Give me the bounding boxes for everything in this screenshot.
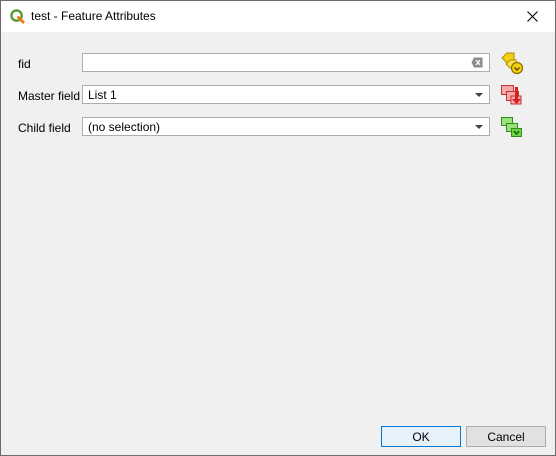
master-field-label: Master field xyxy=(18,89,81,103)
chevron-down-icon xyxy=(475,125,483,129)
window-title: test - Feature Attributes xyxy=(31,9,156,23)
fid-label: fid xyxy=(18,57,31,71)
child-field-combo[interactable]: (no selection) xyxy=(82,117,490,136)
master-field-value: List 1 xyxy=(88,88,117,102)
child-field-label: Child field xyxy=(18,121,71,135)
dialog-window: test - Feature Attributes fid Master fie… xyxy=(0,0,556,456)
clear-text-icon[interactable] xyxy=(471,57,483,68)
title-bar[interactable]: test - Feature Attributes xyxy=(1,1,555,32)
chevron-down-icon xyxy=(475,93,483,97)
qgis-icon xyxy=(10,9,25,24)
child-field-value: (no selection) xyxy=(88,120,161,134)
expression-icon[interactable] xyxy=(500,51,524,75)
fid-input[interactable] xyxy=(82,53,490,72)
data-defined-red-icon[interactable] xyxy=(500,83,524,107)
data-defined-green-icon[interactable] xyxy=(500,115,524,139)
close-icon xyxy=(526,11,538,22)
ok-button[interactable]: OK xyxy=(381,426,461,447)
close-button[interactable] xyxy=(509,1,555,32)
master-field-combo[interactable]: List 1 xyxy=(82,85,490,104)
cancel-button[interactable]: Cancel xyxy=(466,426,546,447)
